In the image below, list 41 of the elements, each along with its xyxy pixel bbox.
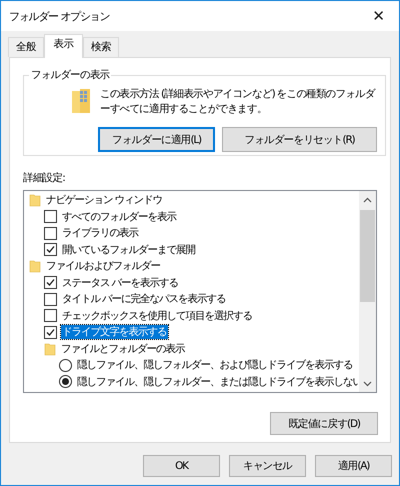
scroll-up-icon[interactable] (363, 196, 372, 202)
tab[interactable]: 検索 (83, 37, 119, 57)
checkbox[interactable] (44, 292, 57, 306)
category-label: ファイルおよびフォルダー (45, 259, 161, 274)
option-label[interactable]: 開いているフォルダーまで展開 (61, 242, 196, 257)
tab[interactable]: 全般 (8, 37, 44, 57)
radio-button[interactable] (59, 358, 72, 372)
option-label[interactable]: チェックボックスを使用して項目を選択する (61, 308, 253, 323)
advanced-settings-label: 詳細設定: (23, 171, 66, 185)
checkbox[interactable] (44, 276, 57, 290)
category-label: ファイルとフォルダーの表示 (60, 342, 186, 356)
folder-icon (44, 342, 56, 356)
scrollbar[interactable] (359, 191, 376, 392)
radio-button[interactable] (59, 375, 72, 388)
close-button[interactable]: ✕ (363, 7, 393, 25)
cancel-button[interactable]: キャンセル (229, 455, 306, 477)
checkbox[interactable] (44, 226, 57, 240)
folder-icon (29, 193, 41, 208)
option-label[interactable]: タイトル バーに完全なパスを表示する (61, 292, 226, 306)
tab[interactable]: 表示 (44, 34, 84, 58)
category-label: ナビゲーション ウィンドウ (45, 193, 163, 208)
option-label[interactable]: すべてのフォルダーを表示 (61, 210, 177, 224)
option-label[interactable]: 隠しファイル、隠しフォルダー、または隠しドライブを表示しない (76, 374, 359, 389)
option-label[interactable]: ドライブ文字を表示する (61, 325, 168, 340)
window-title: フォルダー オプション (9, 8, 110, 24)
checkbox[interactable] (44, 326, 57, 339)
apply-button[interactable]: 適用(A) (315, 455, 392, 477)
apply-to-folders-button[interactable]: フォルダーに適用(L) (98, 127, 215, 152)
restore-defaults-button[interactable]: 既定値に戻す(D) (270, 412, 378, 435)
folder-icon (29, 259, 41, 274)
checkbox[interactable] (44, 309, 57, 322)
option-label[interactable]: 隠しファイル、隠しフォルダー、および隠しドライブを表示する (76, 358, 354, 372)
checkbox[interactable] (44, 243, 57, 256)
description-text: この表示方法 (詳細表示やアイコンなど) をこの種類のフォルダーすべてに適用することができます。 (100, 87, 375, 117)
checkbox[interactable] (44, 210, 57, 224)
ok-button[interactable]: OK (143, 455, 220, 477)
group-title: フォルダーの表示 (30, 68, 110, 82)
scroll-down-icon[interactable] (363, 380, 372, 386)
option-label[interactable]: ライブラリの表示 (61, 226, 139, 240)
option-label[interactable]: ステータス バーを表示する (61, 276, 179, 290)
reset-folders-button[interactable]: フォルダーをリセット(R) (222, 127, 377, 152)
